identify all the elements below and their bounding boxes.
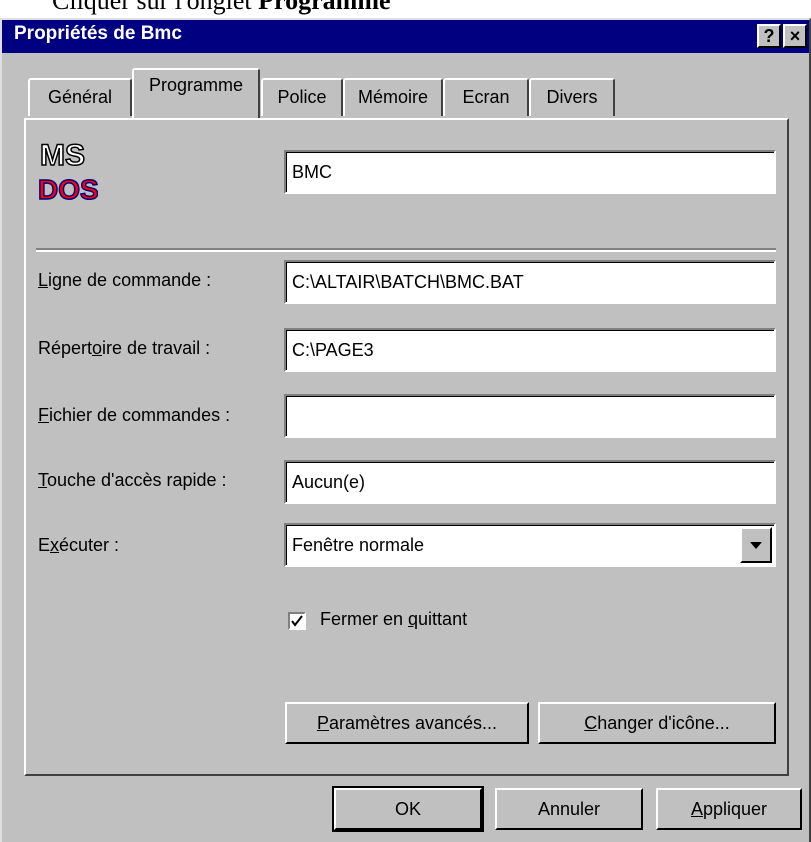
shortcut-input[interactable]: Aucun(e) <box>284 460 776 504</box>
batch-file-input[interactable] <box>284 394 776 438</box>
batch-file-label: Fichier de commandes : <box>38 405 231 425</box>
document-caption: Cliquer sur l'onglet Programme <box>52 0 391 16</box>
caption-bold-text: Programme <box>258 0 391 15</box>
tab-ecran[interactable]: Ecran <box>443 78 529 116</box>
checkmark-icon <box>291 615 303 627</box>
tab-divers[interactable]: Divers <box>529 78 615 116</box>
run-select-value: Fenêtre normale <box>292 535 425 555</box>
dropdown-button[interactable] <box>740 527 772 563</box>
run-label: Exécuter : <box>38 535 120 555</box>
tab-programme[interactable]: Programme <box>132 68 260 118</box>
close-on-exit-checkbox[interactable] <box>288 612 306 630</box>
apply-button[interactable]: Appliquer <box>656 788 802 830</box>
separator <box>36 248 776 252</box>
close-button[interactable]: × <box>783 24 807 48</box>
properties-dialog: Propriétés de Bmc ? × Général Programme … <box>0 18 811 842</box>
working-dir-label: Répertoire de travail : <box>38 338 211 358</box>
title-bar: Propriétés de Bmc ? × <box>2 20 809 53</box>
close-on-exit-label: Fermer en quittant <box>320 609 468 629</box>
tab-strip: Général Programme Police Mémoire Ecran D… <box>2 68 809 120</box>
working-dir-input[interactable]: C:\PAGE3 <box>284 328 776 372</box>
tab-police[interactable]: Police <box>261 78 343 116</box>
program-name-input[interactable]: BMC <box>284 150 776 194</box>
change-icon-button[interactable]: Changer d'icône... <box>538 702 776 744</box>
help-button[interactable]: ? <box>757 24 781 48</box>
ms-dos-icon: MS DOS <box>38 138 98 205</box>
run-select[interactable]: Fenêtre normale <box>284 523 776 567</box>
icon-text-dos: DOS <box>38 174 98 205</box>
caption-text: Cliquer sur l'onglet <box>52 0 259 15</box>
window-title: Propriétés de Bmc <box>14 23 182 44</box>
ok-button[interactable]: OK <box>332 786 484 832</box>
command-line-label: Ligne de commande : <box>38 270 212 290</box>
advanced-settings-button[interactable]: Paramètres avancés... <box>285 702 529 744</box>
command-line-input[interactable]: C:\ALTAIR\BATCH\BMC.BAT <box>284 260 776 304</box>
cancel-button[interactable]: Annuler <box>495 788 643 830</box>
icon-text-ms: MS <box>40 139 85 172</box>
tab-memoire[interactable]: Mémoire <box>343 78 443 116</box>
tab-panel <box>24 118 789 776</box>
chevron-down-icon <box>750 542 762 549</box>
shortcut-label: Touche d'accès rapide : <box>38 470 227 490</box>
tab-general[interactable]: Général <box>28 78 132 116</box>
